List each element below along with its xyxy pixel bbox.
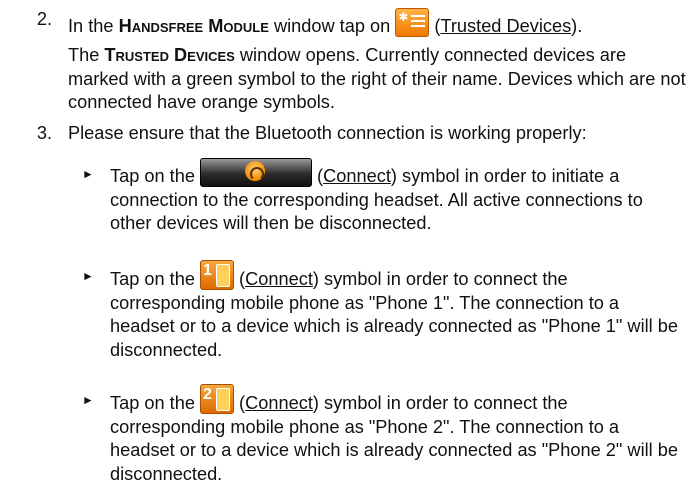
text: Tap on the <box>110 393 200 413</box>
connect-headset-icon <box>200 158 312 187</box>
connect-link: Connect <box>245 393 313 413</box>
connect-phone2-icon: 2 <box>200 384 234 414</box>
bullet-marker: ► <box>82 269 94 283</box>
bullet-marker: ► <box>82 393 94 407</box>
handsfree-module-label: Handsfree Module <box>118 16 269 36</box>
text: Tap on the <box>110 269 200 289</box>
bullet-marker: ► <box>82 167 94 181</box>
step-3-text: Please ensure that the Bluetooth connect… <box>68 123 587 143</box>
connect-link: Connect <box>323 166 391 186</box>
step-2-description: The Trusted Devices window opens. Curren… <box>68 45 686 112</box>
bullet-connect-phone1: Tap on the 1 (Connect) symbol in order t… <box>110 260 678 360</box>
trusted-devices-title: Trusted Devices <box>104 45 235 65</box>
trusted-devices-icon: ✱ <box>395 8 430 37</box>
step-number: 2. <box>36 9 52 29</box>
bullet-connect-phone2: Tap on the 2 (Connect) symbol in order t… <box>110 384 678 484</box>
step-number: 3. <box>36 123 52 143</box>
text: window tap on <box>268 16 396 36</box>
connect-phone1-icon: 1 <box>200 260 234 290</box>
bullet-connect-headset: Tap on the (Connect) symbol in order to … <box>110 158 686 236</box>
trusted-devices-link: Trusted Devices <box>440 16 572 36</box>
connect-link: Connect <box>245 269 313 289</box>
step-2-instruction: In the Handsfree Module window tap on ✱ … <box>68 8 583 37</box>
text: Tap on the <box>110 166 200 186</box>
step-2-body: In the Handsfree Module window tap on ✱ … <box>68 8 686 39</box>
text: In the <box>68 16 119 36</box>
